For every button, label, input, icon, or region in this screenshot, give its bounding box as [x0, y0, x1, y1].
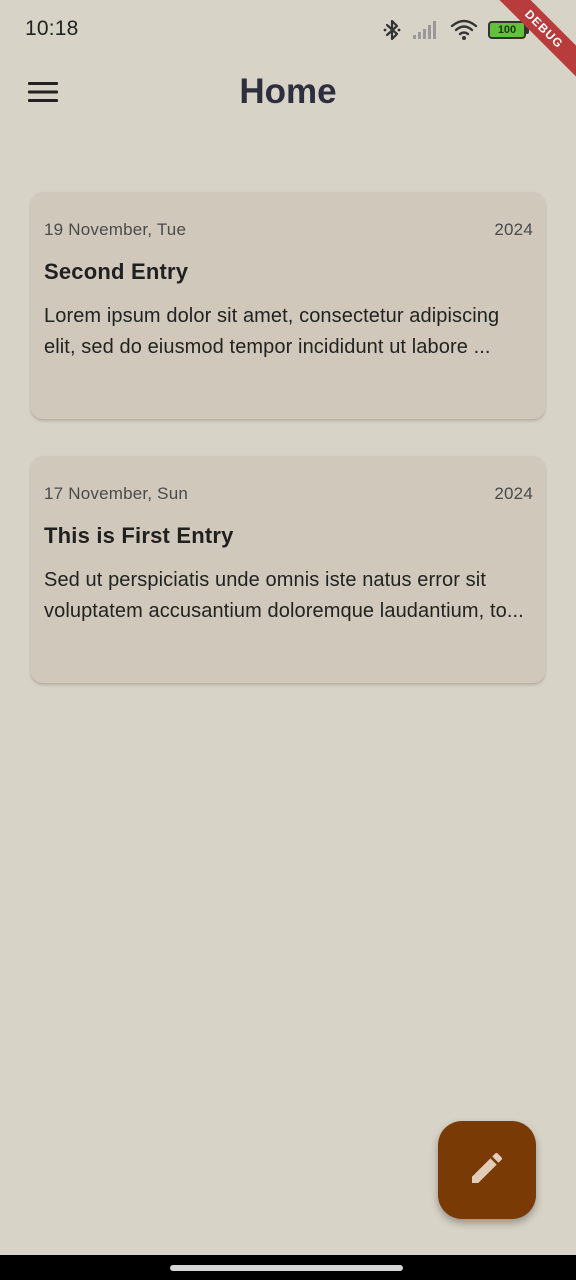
system-nav-bar	[0, 1255, 576, 1280]
home-indicator[interactable]	[170, 1265, 403, 1271]
edit-icon	[467, 1148, 507, 1193]
status-icons: 100	[382, 16, 529, 44]
entry-card-header: 19 November, Tue 2024	[44, 218, 533, 242]
entry-date: 19 November, Tue	[44, 220, 187, 239]
entry-excerpt: Lorem ipsum dolor sit amet, consectetur …	[44, 305, 500, 358]
page-title: Home	[239, 72, 337, 111]
entry-card-header: 17 November, Sun 2024	[44, 482, 533, 506]
new-entry-button[interactable]	[438, 1121, 536, 1219]
battery-icon: 100	[488, 21, 529, 39]
entry-card[interactable]: 19 November, Tue 2024 Second Entry Lorem…	[31, 192, 545, 419]
status-time: 10:18	[25, 17, 79, 40]
entry-year: 2024	[494, 220, 533, 239]
entry-excerpt: Sed ut perspiciatis unde omnis iste natu…	[44, 569, 524, 622]
entry-list: 19 November, Tue 2024 Second Entry Lorem…	[31, 192, 545, 720]
entry-year: 2024	[494, 484, 533, 503]
battery-level: 100	[497, 23, 517, 36]
screen: 10:18 100 DEBUG Home 19 November, Tue 20…	[0, 0, 576, 1280]
status-bar: 10:18 100	[0, 0, 576, 58]
entry-title: Second Entry	[44, 259, 189, 284]
wifi-icon	[450, 19, 478, 41]
signal-icon	[412, 20, 440, 40]
bluetooth-icon	[382, 18, 402, 42]
entry-title: This is First Entry	[44, 523, 234, 548]
app-bar: Home	[0, 58, 576, 130]
entry-card[interactable]: 17 November, Sun 2024 This is First Entr…	[31, 456, 545, 683]
entry-date: 17 November, Sun	[44, 484, 189, 503]
